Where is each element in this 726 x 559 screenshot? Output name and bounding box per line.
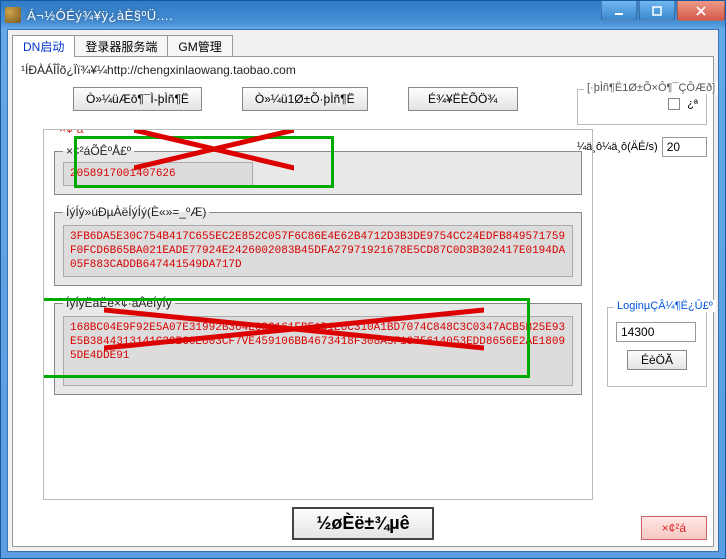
auto-restart-legend: [·þÌñ¶Ë1Ø±Õ×Ô¶¯ÇÔÆð] [584,82,718,94]
interval-row: ¼ä¸ô¼ä¸ô(ÄÉ/s) 20 [577,137,707,157]
client-area: DN启动 登录器服务端 GM管理 ¹ÍÐÀÁÎÎõ¿Ïï¾¥¼http://ch… [7,29,719,552]
shop-url-label: ¹ÍÐÀÁÎÎõ¿Ïï¾¥¼http://chengxinlaowang.tao… [13,57,713,83]
interval-input[interactable]: 20 [662,137,707,157]
regcode-legend: ÍýÍýËâËë×¢·áÂëÍýÍý [63,296,175,310]
machine-legend: ÍýÍý»úÐµÀëÍýÍý(È«»=_ºÆ) [63,205,209,219]
minimize-icon [613,5,625,17]
minimize-button[interactable] [601,1,637,21]
account-legend: ×¢²áÕÊºÅ£º [63,144,134,158]
machine-fieldset: ÍýÍý»úÐµÀëÍýÍý(È«»=_ºÆ) 3FB6DA5E30C754B4… [54,205,582,286]
app-icon [5,7,21,23]
start-services-button[interactable]: Ò»¼üÆô¶¯Ì-þÌñ¶Ë [73,87,202,111]
tab-gm-admin[interactable]: GM管理 [167,35,232,57]
registration-legend: ×¢²á [56,129,86,136]
tab-login-server[interactable]: 登录器服务端 [74,35,168,57]
close-icon [695,5,707,17]
close-button[interactable] [677,1,725,21]
auto-restart-label: ¿ª [687,98,698,110]
login-port-set-button[interactable]: ÉèÖÃ [627,350,687,370]
maximize-icon [651,5,663,17]
tab-strip: DN启动 登录器服务端 GM管理 [12,34,714,56]
account-hex[interactable]: 2058917001407626 [63,162,253,186]
account-fieldset: ×¢²áÕÊºÅ£º 2058917001407626 [54,144,582,195]
maximize-button[interactable] [639,1,675,21]
registration-panel: ×¢²á DN ×¢²áÕÊºÅ£º 2058917001407626 ÍýÍý… [43,129,593,500]
auto-restart-group: [·þÌñ¶Ë1Ø±Õ×Ô¶¯ÇÔÆð] ¿ª [577,89,707,125]
login-port-input[interactable]: 14300 [616,322,696,342]
tab-content: ¹ÍÐÀÁÎÎõ¿Ïï¾¥¼http://chengxinlaowang.tao… [12,56,714,547]
bottom-row: ½øÈë±¾µê ×¢²á [13,507,713,540]
auto-restart-checkbox[interactable] [668,98,680,110]
delete-log-button[interactable]: É¾¥ËÈÕÖ¾ [408,87,518,111]
stop-services-button[interactable]: Ò»¼ü1Ø±Õ·þÌñ¶Ë [242,87,368,111]
login-port-group: LoginµÇÂ¼¶Ë¿Û£º 14300 ÉèÖÃ [607,307,707,387]
enter-shop-button[interactable]: ½øÈë±¾µê [292,507,433,540]
regcode-fieldset: ÍýÍýËâËë×¢·áÂëÍýÍý 168BC04E9F92E5A07E319… [54,296,582,395]
machine-hex[interactable]: 3FB6DA5E30C754B417C655EC2E852C057F6C86E4… [63,225,573,277]
tab-dn-start[interactable]: DN启动 [12,35,75,57]
regcode-hex[interactable]: 168BC04E9F92E5A07E31992B364E08C161FBE1D1… [63,316,573,386]
register-button[interactable]: ×¢²á [641,516,707,540]
login-port-legend: LoginµÇÂ¼¶Ë¿Û£º [614,300,716,312]
window-frame: Á¬½ÓÉý¾¥ÿ¿àÈ§ºÜ.... DN启动 登录器服务端 GM管理 ¹ÍÐ… [0,0,726,559]
titlebar[interactable]: Á¬½ÓÉý¾¥ÿ¿àÈ§ºÜ.... [1,1,725,29]
